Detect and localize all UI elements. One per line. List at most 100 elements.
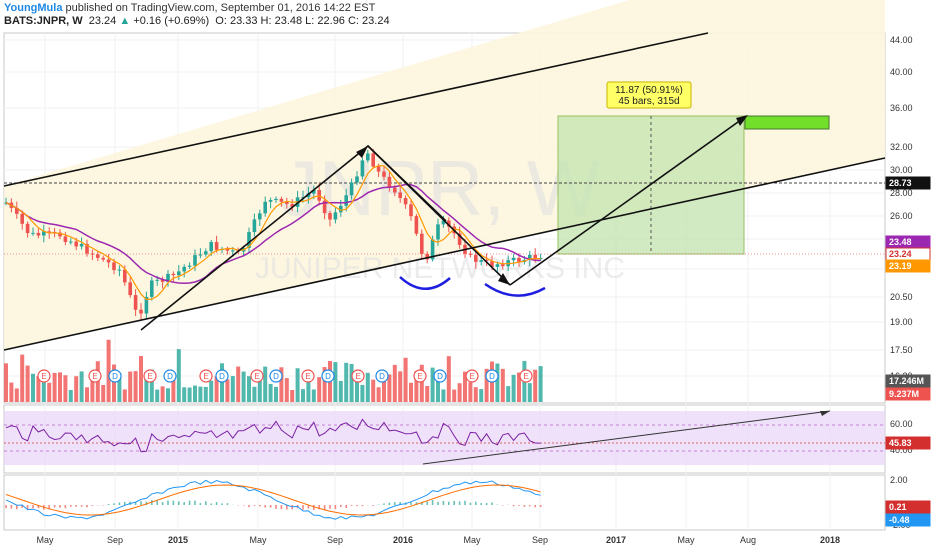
price-tick: 44.00: [890, 35, 913, 45]
macd-hist-bar: [372, 505, 374, 506]
price-marker-label: 23.19: [889, 261, 912, 271]
time-tick: 2017: [606, 535, 626, 545]
macd-hist-bar: [205, 501, 207, 505]
macd-hist-bar: [388, 502, 391, 505]
volume-bar: [4, 363, 8, 402]
time-tick: Sep: [327, 535, 343, 545]
event-label: E: [254, 372, 259, 381]
volume-bar: [441, 389, 446, 402]
candle-body: [366, 153, 370, 161]
candle-body: [403, 198, 408, 205]
event-label: D: [437, 372, 443, 381]
macd-hist-bar: [107, 503, 110, 505]
volume-bar: [230, 376, 235, 402]
chart-canvas[interactable]: JNPR, W JUNIPER NETWORKS INC 11.87 (50.9…: [0, 0, 932, 550]
candle-body: [279, 198, 284, 202]
candle-body: [69, 241, 73, 243]
candle-body: [231, 250, 235, 252]
time-tick: May: [463, 535, 481, 545]
macd-hist-bar: [480, 503, 482, 505]
macd-hist-bar: [75, 505, 77, 507]
candle-body: [436, 224, 440, 240]
time-axis: May Sep 2015 May Sep 2016 May Sep 2017 May Aug 2018: [36, 535, 840, 545]
candle-body: [328, 213, 332, 220]
macd-hist-bar: [334, 505, 337, 510]
candle-body: [90, 253, 95, 255]
volume-bar: [268, 383, 273, 402]
volume-bar: [527, 383, 532, 402]
candle-body: [123, 269, 127, 283]
macd-hist-bar: [426, 501, 428, 505]
target-zone[interactable]: [744, 115, 830, 130]
macd-hist-bar: [475, 501, 477, 505]
candle-body: [501, 264, 505, 267]
macd-hist-bar: [167, 500, 169, 505]
macd-hist-bar: [91, 505, 94, 506]
candle-body: [112, 262, 116, 271]
volume-bar: [193, 385, 197, 402]
macd-hist-bar: [383, 503, 385, 505]
volume-bar: [344, 362, 349, 402]
event-label: D: [167, 372, 173, 381]
measure-annotation[interactable]: 11.87 (50.91%) 45 bars, 315d: [606, 81, 692, 109]
macd-hist-bar: [86, 505, 88, 508]
price-marker-label: 23.48: [889, 237, 912, 247]
candle-body: [258, 213, 262, 220]
candle-body: [128, 282, 132, 296]
macd-hist-bar: [32, 505, 34, 509]
volume-bar: [198, 386, 203, 402]
candle-body: [96, 254, 100, 258]
price-tick: 32.00: [890, 142, 913, 152]
event-label: E: [147, 372, 152, 381]
macd-hist-bar: [156, 500, 158, 505]
time-tick: 2015: [168, 535, 188, 545]
macd-hist-bar: [491, 502, 493, 505]
macd-hist-bar: [59, 505, 61, 508]
macd-hist-bar: [172, 500, 175, 505]
volume-bar: [295, 368, 300, 402]
macd-hist-bar: [80, 505, 83, 507]
macd-hist-bar: [523, 505, 526, 507]
volume-bar: [101, 384, 106, 402]
event-label: E: [417, 372, 422, 381]
candle-body: [209, 242, 213, 252]
candle-body: [182, 266, 186, 272]
macd-hist-bar: [356, 505, 358, 507]
volume-bar: [63, 375, 68, 402]
volume-bar: [182, 387, 187, 402]
time-tick: 2016: [393, 535, 413, 545]
candle-body: [214, 242, 219, 250]
macd-hist-bar: [464, 500, 466, 505]
macd-hist-bar: [113, 503, 115, 505]
time-tick: 2018: [820, 535, 840, 545]
volume-bar: [392, 364, 397, 402]
macd-hist-bar: [469, 502, 472, 505]
volume-bar: [52, 372, 57, 402]
volume-bar: [430, 367, 435, 402]
candle-body: [409, 204, 413, 217]
volume-bar: [284, 378, 289, 402]
volume-bar: [166, 388, 170, 402]
candle-body: [63, 236, 68, 242]
event-label: D: [273, 372, 279, 381]
volume-bar: [317, 377, 322, 402]
event-label: D: [219, 372, 225, 381]
volume-bar: [452, 389, 457, 402]
candle-body: [393, 187, 397, 193]
candle-body: [198, 254, 203, 256]
price-marker-label: 17.246M: [889, 376, 924, 386]
volume-bar: [47, 382, 52, 402]
macd-hist-bar: [199, 503, 202, 505]
macd-hist-bar: [183, 502, 185, 505]
candle-body: [177, 271, 181, 276]
time-tick: Sep: [107, 535, 123, 545]
volume-bar: [403, 357, 408, 402]
volume-bar: [106, 339, 111, 402]
volume-bar: [533, 369, 538, 402]
event-label: E: [355, 372, 360, 381]
macd-hist-bar: [178, 501, 180, 505]
macd-hist-bar: [448, 501, 450, 505]
volume-bar: [133, 371, 138, 402]
price-tick: 30.00: [890, 165, 913, 175]
time-tick: May: [249, 535, 267, 545]
